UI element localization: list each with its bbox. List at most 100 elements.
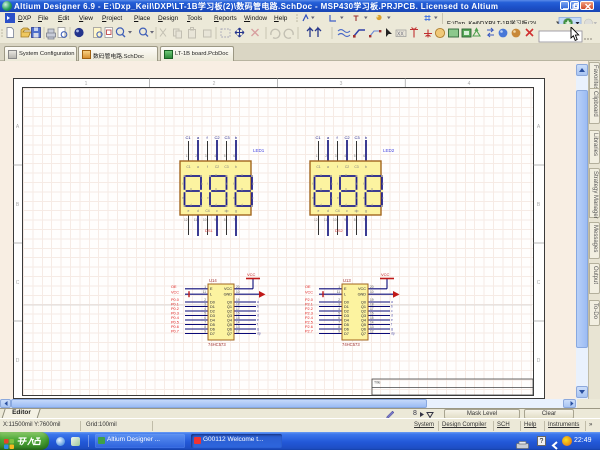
- svg-text:Q5: Q5: [227, 323, 232, 327]
- svg-text:U14: U14: [209, 278, 217, 283]
- svg-text:C4: C4: [205, 209, 209, 213]
- svg-text:Q2: Q2: [361, 309, 366, 313]
- svg-text:a: a: [215, 173, 217, 177]
- svg-text:1: 1: [338, 285, 340, 289]
- svg-text:d: d: [257, 314, 259, 318]
- svg-text:3: 3: [338, 303, 340, 307]
- svg-text:g: g: [235, 209, 237, 213]
- svg-text:g: g: [257, 327, 259, 331]
- svg-text:Q3: Q3: [227, 314, 232, 318]
- svg-text:a: a: [197, 135, 200, 140]
- svg-text:11: 11: [203, 290, 207, 294]
- svg-text:D6: D6: [344, 327, 349, 331]
- svg-text:1: 1: [186, 154, 188, 158]
- svg-text:VCC: VCC: [171, 290, 179, 294]
- svg-text:a: a: [345, 173, 347, 177]
- svg-text:1: 1: [204, 285, 206, 289]
- svg-text:Q0: Q0: [227, 300, 232, 304]
- svg-text:D4: D4: [210, 318, 215, 322]
- svg-text:D: D: [537, 358, 541, 364]
- svg-text:b: b: [365, 135, 368, 140]
- svg-text:7: 7: [204, 321, 206, 325]
- svg-text:6: 6: [363, 154, 365, 158]
- svg-text:19: 19: [236, 298, 240, 302]
- svg-text:c: c: [257, 309, 259, 313]
- svg-text:8: 8: [224, 218, 226, 222]
- svg-text:e: e: [337, 196, 339, 200]
- svg-text:g: g: [365, 209, 367, 213]
- svg-text:B: B: [537, 202, 541, 208]
- svg-text:D6: D6: [210, 327, 215, 331]
- svg-text:d: d: [371, 203, 373, 207]
- svg-text:P0.2: P0.2: [171, 307, 179, 311]
- svg-text:b: b: [235, 135, 238, 140]
- svg-text:A: A: [537, 124, 541, 130]
- svg-text:15: 15: [370, 316, 374, 320]
- svg-text:20: 20: [370, 285, 374, 289]
- svg-text:P2.4: P2.4: [305, 316, 313, 320]
- svg-text:f: f: [363, 182, 364, 186]
- svg-text:Q4: Q4: [227, 318, 232, 322]
- svg-text:2: 2: [204, 298, 206, 302]
- svg-text:7: 7: [363, 218, 365, 222]
- svg-text:OE: OE: [171, 285, 177, 289]
- svg-text:4: 4: [214, 154, 216, 158]
- svg-text:P2.5: P2.5: [305, 321, 313, 325]
- svg-text:6: 6: [233, 154, 235, 158]
- svg-text:f: f: [207, 182, 208, 186]
- svg-text:g: g: [190, 187, 192, 191]
- svg-text:8: 8: [204, 325, 206, 329]
- svg-text:Q6: Q6: [227, 327, 232, 331]
- svg-text:Q7: Q7: [227, 332, 232, 336]
- svg-text:9: 9: [344, 218, 346, 222]
- svg-text:P2.1: P2.1: [305, 303, 313, 307]
- svg-text:d: d: [190, 203, 192, 207]
- svg-text:e: e: [182, 196, 184, 200]
- svg-text:P0.4: P0.4: [171, 316, 179, 320]
- svg-text:1: 1: [316, 154, 318, 158]
- svg-text:5: 5: [224, 154, 226, 158]
- svg-text:C: C: [16, 280, 20, 286]
- svg-text:c: c: [216, 209, 218, 213]
- svg-text:g: g: [345, 187, 347, 191]
- svg-text:d: d: [241, 203, 243, 207]
- svg-text:P2.0: P2.0: [305, 298, 313, 302]
- svg-text:13: 13: [236, 325, 240, 329]
- svg-text:D4: D4: [344, 318, 349, 322]
- svg-text:C1: C1: [185, 135, 191, 140]
- svg-text:13: 13: [370, 325, 374, 329]
- svg-text:e: e: [257, 318, 259, 322]
- svg-text:P0.3: P0.3: [171, 312, 179, 316]
- svg-text:g: g: [241, 187, 243, 191]
- svg-text:10: 10: [333, 218, 337, 222]
- svg-text:74HC573: 74HC573: [208, 342, 226, 347]
- svg-text:12: 12: [314, 218, 318, 222]
- svg-text:Q0: Q0: [361, 300, 366, 304]
- svg-text:C2: C2: [215, 165, 219, 169]
- svg-text:3: 3: [205, 154, 207, 158]
- svg-text:dp: dp: [391, 332, 395, 336]
- svg-text:10: 10: [370, 290, 374, 294]
- svg-text:a: a: [371, 173, 373, 177]
- svg-text:A: A: [16, 124, 20, 130]
- svg-text:dp: dp: [257, 332, 261, 336]
- svg-text:d: d: [327, 209, 329, 213]
- svg-text:Q1: Q1: [361, 305, 366, 309]
- svg-text:17: 17: [370, 307, 374, 311]
- svg-text:8: 8: [354, 218, 356, 222]
- svg-text:e: e: [312, 196, 314, 200]
- svg-text:C2: C2: [344, 135, 350, 140]
- svg-text:C3: C3: [224, 135, 230, 140]
- svg-text:6: 6: [204, 316, 206, 320]
- svg-text:74HC573: 74HC573: [342, 342, 360, 347]
- svg-text:19: 19: [370, 298, 374, 302]
- svg-text:17: 17: [236, 307, 240, 311]
- svg-text:e: e: [233, 196, 235, 200]
- svg-text:2: 2: [195, 154, 197, 158]
- svg-text:a: a: [257, 300, 259, 304]
- svg-text:d: d: [345, 203, 347, 207]
- svg-text:C3: C3: [354, 135, 360, 140]
- svg-text:P2.2: P2.2: [305, 307, 313, 311]
- svg-text:8: 8: [338, 325, 340, 329]
- svg-text:14: 14: [236, 321, 240, 325]
